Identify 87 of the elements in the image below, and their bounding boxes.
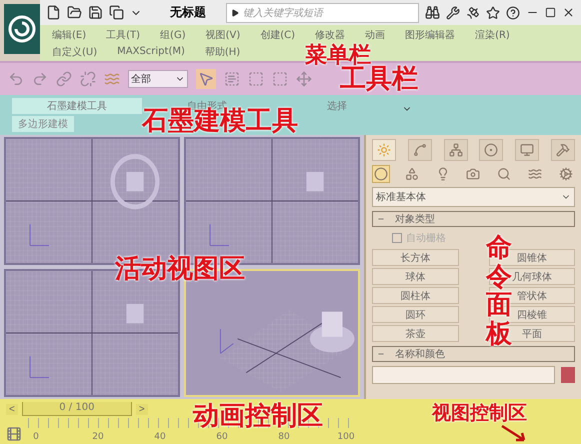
tick-label: 20 — [92, 432, 104, 442]
tick-label: 40 — [154, 432, 166, 442]
maximize-icon[interactable] — [545, 7, 556, 18]
menu-item[interactable]: 组(G) — [160, 28, 186, 42]
menu-item[interactable]: 视图(V) — [206, 28, 240, 42]
rollout-header[interactable]: 对象类型 — [372, 211, 575, 227]
menu-item[interactable]: 创建(C) — [260, 28, 296, 42]
panel-tab[interactable] — [408, 139, 432, 161]
hammer-icon — [556, 143, 570, 157]
panel-tab[interactable] — [515, 139, 540, 161]
link-icon[interactable] — [56, 71, 72, 87]
star-icon[interactable] — [486, 6, 500, 20]
annotation-label: 视图控制区 — [432, 404, 527, 423]
selection-region-icon[interactable] — [248, 71, 264, 87]
primitive-button[interactable]: 球体 — [372, 268, 458, 285]
waves-icon — [528, 167, 542, 181]
ribbon-subtab[interactable]: 多边形建模 — [12, 116, 74, 132]
ribbon-tab[interactable]: 石墨建模工具 — [12, 98, 142, 114]
hierarchy-icon — [448, 143, 463, 157]
binoculars-icon[interactable] — [425, 5, 440, 20]
search-field[interactable]: 键入关键字或短语 — [226, 2, 419, 22]
shapes-icon — [404, 167, 419, 181]
sphere-icon — [374, 167, 388, 181]
selection-filter-dropdown[interactable]: 全部 — [128, 70, 188, 88]
previous-button[interactable]: < — [6, 404, 18, 414]
gear-icon — [558, 167, 573, 181]
time-slider[interactable]: 0 / 100 — [22, 402, 132, 416]
next-button[interactable]: > — [136, 404, 148, 414]
tick-label: 100 — [337, 432, 355, 442]
category-button[interactable] — [372, 165, 390, 183]
help-icon[interactable] — [506, 6, 520, 20]
new-file-icon[interactable] — [46, 5, 61, 20]
primitive-dropdown[interactable]: 标准基本体 — [372, 187, 575, 207]
open-folder-icon[interactable] — [67, 5, 82, 20]
annotation-label: 工具栏 — [340, 66, 418, 92]
panel-tab[interactable] — [372, 139, 396, 161]
curve-icon — [412, 143, 427, 157]
menu-item[interactable]: 图形编辑器 — [405, 28, 456, 42]
primitive-button[interactable]: 圆柱体 — [372, 287, 458, 304]
window-crossing-icon[interactable] — [272, 71, 288, 87]
sun-icon — [377, 143, 391, 157]
circle-icon — [484, 143, 498, 157]
annotation-label: 菜单栏 — [305, 44, 371, 66]
tick-label: 80 — [278, 432, 290, 442]
panel-tab[interactable] — [550, 139, 575, 161]
undo-icon[interactable] — [8, 71, 24, 87]
app-logo-icon[interactable] — [4, 4, 40, 54]
magnifier-icon — [497, 167, 512, 181]
primitive-button[interactable]: 茶壶 — [372, 325, 458, 342]
panel-tab[interactable] — [479, 139, 504, 161]
satellite-icon[interactable] — [466, 6, 480, 20]
autogrid-checkbox[interactable] — [392, 233, 402, 243]
copy-icon[interactable] — [109, 5, 124, 20]
close-icon[interactable] — [562, 6, 575, 19]
menu-item[interactable]: 工具(T) — [106, 28, 140, 42]
menu-item[interactable]: 渲染(R) — [475, 28, 510, 42]
name-field[interactable] — [372, 366, 555, 384]
primitive-button[interactable]: 圆环 — [372, 306, 458, 323]
camera-icon — [466, 167, 480, 181]
menu-item[interactable]: 修改器 — [315, 28, 346, 42]
menu-item[interactable]: MAXScript(M) — [117, 46, 185, 57]
menu-item[interactable]: 编辑(E) — [52, 28, 86, 42]
monitor-icon — [520, 143, 534, 157]
panel-tab[interactable] — [444, 139, 468, 161]
annotation-label: 石墨建模工具 — [142, 108, 298, 134]
film-icon[interactable] — [6, 426, 22, 442]
select-by-name-icon[interactable] — [224, 71, 240, 87]
save-icon[interactable] — [88, 5, 103, 20]
menu-item[interactable]: 动画 — [365, 28, 386, 42]
waves-icon[interactable] — [104, 71, 120, 87]
select-object-button[interactable] — [196, 69, 216, 89]
color-swatch[interactable] — [561, 367, 575, 383]
wrench-icon[interactable] — [446, 6, 460, 20]
play-icon — [231, 8, 239, 16]
rollout-header[interactable]: 名称和颜色 — [372, 346, 575, 362]
tick-label: 0 — [33, 432, 39, 442]
menu-item[interactable]: 自定义(U) — [52, 44, 98, 58]
menu-item[interactable]: 帮助(H) — [204, 44, 240, 58]
tick-label: 60 — [216, 432, 228, 442]
redo-icon[interactable] — [32, 71, 48, 87]
autogrid-label: 自动栅格 — [406, 232, 446, 245]
primitive-button[interactable]: 长方体 — [372, 249, 458, 266]
window-title: 无标题 — [170, 4, 206, 21]
category-button[interactable] — [556, 165, 575, 183]
unlink-icon[interactable] — [80, 71, 96, 87]
annotation-label: 活动视图区 — [115, 256, 245, 282]
move-icon[interactable] — [296, 71, 312, 87]
